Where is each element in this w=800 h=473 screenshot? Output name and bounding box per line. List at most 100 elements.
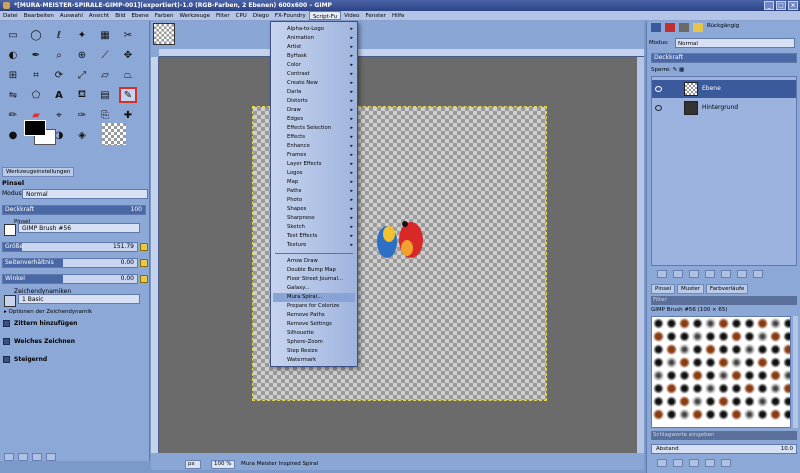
foreground-color[interactable] [24,120,46,136]
menu-fenster[interactable]: Fenster [363,11,389,20]
delete-options-icon[interactable] [32,453,42,461]
brush-item[interactable] [705,357,716,368]
brushes-grid[interactable] [651,316,791,428]
menu-item-distorts[interactable]: Distorts ▸ [273,97,355,106]
rotate-tool-icon[interactable]: ⟳ [50,67,68,83]
menu-item-paths[interactable]: Paths ▸ [273,187,355,196]
brush-item[interactable] [653,396,664,407]
menu-item-photo[interactable]: Photo ▸ [273,196,355,205]
brush-select[interactable]: GIMP Brush #56 [18,223,140,233]
brush-item[interactable] [705,383,716,394]
horizontal-ruler[interactable] [159,49,644,57]
brush-item[interactable] [653,370,664,381]
menu-item-step-resize[interactable]: Step Resize [273,347,355,356]
new-brush-icon[interactable] [673,459,683,467]
brush-item[interactable] [744,344,755,355]
tab-brushes[interactable]: Pinsel [651,284,675,294]
menu-item-mura-spiral[interactable]: Mura Spiral... [273,293,355,302]
menu-item-artist[interactable]: Artist ▸ [273,43,355,52]
anchor-layer-icon[interactable] [721,270,731,278]
dynamics-select[interactable]: 1 Basic [18,294,140,304]
duplicate-brush-icon[interactable] [689,459,699,467]
brush-item[interactable] [679,344,690,355]
flip-tool-icon[interactable]: ⇋ [4,87,22,103]
brush-item[interactable] [653,344,664,355]
color-picker-tool-icon[interactable]: ⌕ [50,47,68,63]
brush-item[interactable] [770,344,781,355]
free-select-tool-icon[interactable]: ℓ [50,27,68,43]
layer-opacity-slider[interactable]: Deckkraft [651,53,797,63]
clone-tool-icon[interactable]: ⎘ [96,107,114,123]
menu-item-animation[interactable]: Animation ▸ [273,34,355,43]
brush-item[interactable] [731,396,742,407]
brush-item[interactable] [718,318,729,329]
brush-item[interactable] [705,396,716,407]
brush-item[interactable] [666,409,677,420]
brush-item[interactable] [744,318,755,329]
close-button[interactable]: × [788,1,798,10]
menu-item-alpha-to-logo[interactable]: Alpha-to-Logo ▸ [273,25,355,34]
menu-item-enhance[interactable]: Enhance ▸ [273,142,355,151]
brush-item[interactable] [757,344,768,355]
brush-item[interactable] [757,383,768,394]
cage-tool-icon[interactable]: ⬠ [27,87,45,103]
mask-layer-icon[interactable] [737,270,747,278]
menu-auswahl[interactable]: Auswahl [57,11,86,20]
reset-size-icon[interactable] [140,243,148,251]
tag-input[interactable]: Schlagworte eingeben [651,431,797,440]
channels-tab-icon[interactable] [665,23,675,32]
move-tool-icon[interactable]: ✥ [119,47,137,63]
brush-item[interactable] [783,396,790,407]
align-tool-icon[interactable]: ⊞ [4,67,22,83]
tab-gradients[interactable]: Farbverläufe [705,284,749,294]
brush-item[interactable] [718,383,729,394]
menu-item-logos[interactable]: Logos ▸ [273,169,355,178]
layers-tab-icon[interactable] [651,23,661,32]
brush-item[interactable] [757,331,768,342]
brush-item[interactable] [744,383,755,394]
brush-item[interactable] [770,383,781,394]
brush-preview[interactable] [102,123,126,145]
brush-item[interactable] [692,370,703,381]
brush-item[interactable] [653,357,664,368]
brush-item[interactable] [718,331,729,342]
menu-item-prepare-for-colorize[interactable]: Prepare for Colorize [273,302,355,311]
brush-item[interactable] [653,318,664,329]
brush-item[interactable] [705,344,716,355]
brush-item[interactable] [718,357,729,368]
tab-tool-options[interactable]: Werkzeugeinstellungen [2,167,75,177]
menu-item-draw[interactable]: Draw ▸ [273,106,355,115]
menu-item-floor-street-journal[interactable]: Floor Street Journal... [273,275,355,284]
brush-item[interactable] [679,318,690,329]
brush-item[interactable] [653,409,664,420]
brush-item[interactable] [666,370,677,381]
menu-script-fu[interactable]: Script-Fu [308,11,342,20]
brush-item[interactable] [705,331,716,342]
unit-select[interactable]: px [185,460,201,469]
brush-item[interactable] [770,409,781,420]
brush-thumb-icon[interactable] [4,224,16,236]
image-tab-thumbnail[interactable] [153,23,175,45]
brush-item[interactable] [679,409,690,420]
shear-tool-icon[interactable]: ▱ [96,67,114,83]
brush-item[interactable] [783,409,790,420]
brush-item[interactable] [679,396,690,407]
restore-options-icon[interactable] [18,453,28,461]
zoom-tool-icon[interactable]: ⊕ [73,47,91,63]
brush-item[interactable] [666,318,677,329]
new-layer-icon[interactable] [657,270,667,278]
menu-item-text-effects[interactable]: Text Effects ▸ [273,232,355,241]
brush-item[interactable] [692,357,703,368]
brush-item[interactable] [783,318,790,329]
delete-layer-icon[interactable] [753,270,763,278]
pencil-tool-icon[interactable]: ✏ [4,107,22,123]
ellipse-select-tool-icon[interactable]: ◯ [27,27,45,43]
brush-item[interactable] [757,357,768,368]
menu-item-sharpness[interactable]: Sharpness ▸ [273,214,355,223]
ink-tool-icon[interactable]: ✑ [73,107,91,123]
menu-item-color[interactable]: Color ▸ [273,61,355,70]
brush-item[interactable] [692,396,703,407]
foreground-select-tool-icon[interactable]: ◐ [4,47,22,63]
visibility-eye-icon[interactable] [655,105,662,111]
delete-brush-icon[interactable] [705,459,715,467]
